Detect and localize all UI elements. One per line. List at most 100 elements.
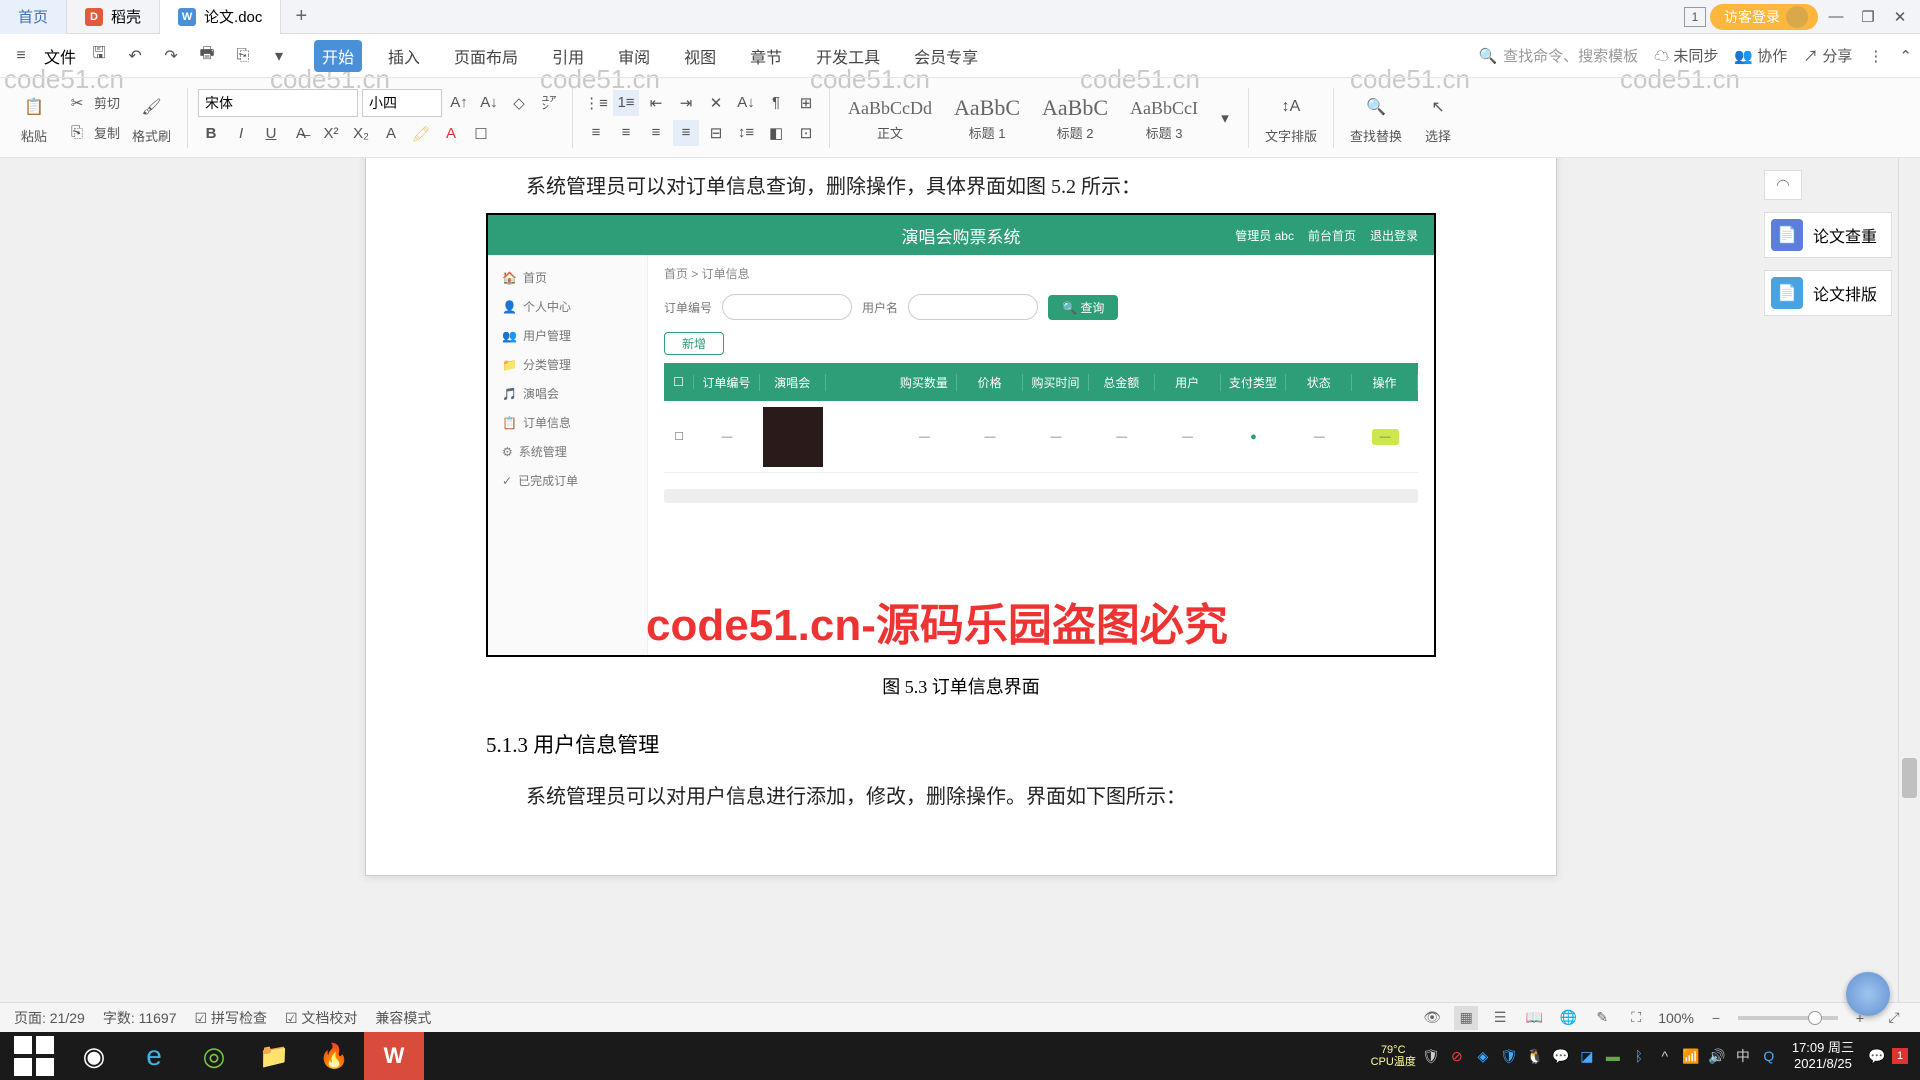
style-body[interactable]: AaBbCcDd正文: [840, 93, 940, 142]
subscript-icon[interactable]: X₂: [348, 121, 374, 147]
numbering-icon[interactable]: 1≡: [613, 90, 639, 116]
share-button[interactable]: ↗ 分享: [1803, 45, 1852, 66]
tray-icon[interactable]: ⊘: [1446, 1045, 1468, 1067]
style-h1[interactable]: AaBbC标题 1: [946, 93, 1028, 142]
text-effect-icon[interactable]: A: [378, 121, 404, 147]
more-menu-icon[interactable]: ⋮: [1868, 47, 1883, 65]
font-size-select[interactable]: 小四: [362, 89, 442, 117]
tray-icon[interactable]: 🐧: [1524, 1045, 1546, 1067]
decrease-indent-icon[interactable]: ⇤: [643, 90, 669, 116]
ie-icon[interactable]: e: [124, 1032, 184, 1080]
preview-icon[interactable]: ⎘: [230, 43, 256, 69]
panel-collapse-icon[interactable]: ◠: [1764, 170, 1802, 200]
save-icon[interactable]: 🖫: [86, 43, 112, 69]
sync-status[interactable]: ☁ 未同步: [1654, 45, 1718, 66]
bold-icon[interactable]: B: [198, 121, 224, 147]
tray-icon[interactable]: Q: [1758, 1045, 1780, 1067]
clear-format-icon[interactable]: ◇: [506, 90, 532, 116]
tabs-icon[interactable]: ⊡: [793, 120, 819, 146]
tab-docer[interactable]: D稻壳: [67, 0, 160, 34]
close-button[interactable]: ✕: [1886, 5, 1914, 29]
styles-more-icon[interactable]: ▾: [1212, 105, 1238, 131]
new-tab-button[interactable]: +: [281, 5, 321, 28]
italic-icon[interactable]: I: [228, 121, 254, 147]
menu-view[interactable]: 视图: [676, 40, 724, 72]
volume-icon[interactable]: 🔊: [1706, 1045, 1728, 1067]
highlight-icon[interactable]: 🖍: [408, 121, 434, 147]
annotation-icon[interactable]: ✎: [1590, 1006, 1614, 1030]
start-button[interactable]: [4, 1032, 64, 1080]
copy-icon[interactable]: ⎘: [64, 120, 90, 146]
eye-icon[interactable]: 👁: [1420, 1006, 1444, 1030]
menu-chapter[interactable]: 章节: [742, 40, 790, 72]
vertical-scrollbar[interactable]: [1898, 158, 1920, 1032]
shading-icon[interactable]: ◧: [763, 120, 789, 146]
increase-indent-icon[interactable]: ⇥: [673, 90, 699, 116]
spellcheck-toggle[interactable]: ☑ 拼写检查: [195, 1008, 267, 1028]
align-justify-icon[interactable]: ≡: [673, 120, 699, 146]
line-spacing-icon[interactable]: ↕≡: [733, 120, 759, 146]
copy-button[interactable]: 复制: [94, 123, 120, 142]
wps-icon[interactable]: W: [364, 1032, 424, 1080]
tray-expand-icon[interactable]: ^: [1654, 1045, 1676, 1067]
borders-icon[interactable]: ⊞: [793, 90, 819, 116]
paste-group[interactable]: 📋 粘贴: [10, 90, 58, 145]
undo-icon[interactable]: ↶: [122, 43, 148, 69]
collapse-ribbon-icon[interactable]: ⌃: [1899, 47, 1912, 65]
word-count[interactable]: 字数: 11697: [103, 1008, 177, 1028]
app-icon[interactable]: 🔥: [304, 1032, 364, 1080]
page-view-icon[interactable]: ▦: [1454, 1006, 1478, 1030]
find-replace[interactable]: 🔍查找替换: [1344, 90, 1408, 145]
menu-insert[interactable]: 插入: [380, 40, 428, 72]
shrink-font-icon[interactable]: A↓: [476, 90, 502, 116]
menu-review[interactable]: 审阅: [610, 40, 658, 72]
underline-icon[interactable]: U: [258, 121, 284, 147]
superscript-icon[interactable]: X²: [318, 121, 344, 147]
assistant-fab[interactable]: [1846, 972, 1890, 1016]
print-icon[interactable]: 🖶: [194, 43, 220, 69]
ime-indicator[interactable]: 中: [1732, 1045, 1754, 1067]
read-view-icon[interactable]: 📖: [1522, 1006, 1546, 1030]
zoom-out-icon[interactable]: −: [1704, 1006, 1728, 1030]
cut-button[interactable]: 剪切: [94, 93, 120, 112]
browser-icon[interactable]: ◎: [184, 1032, 244, 1080]
notification-badge[interactable]: 1: [1892, 1048, 1908, 1064]
show-marks-icon[interactable]: ¶: [763, 90, 789, 116]
tray-icon[interactable]: ◪: [1576, 1045, 1598, 1067]
select-tool[interactable]: ↖选择: [1414, 90, 1462, 145]
menu-dev[interactable]: 开发工具: [808, 40, 888, 72]
tray-icon[interactable]: 🛡: [1498, 1045, 1520, 1067]
tab-home[interactable]: 首页: [0, 0, 67, 34]
align-center-icon[interactable]: ≡: [613, 120, 639, 146]
grow-font-icon[interactable]: A↑: [446, 90, 472, 116]
distribute-icon[interactable]: ⊟: [703, 120, 729, 146]
format-painter[interactable]: 🖌 格式刷: [126, 90, 177, 145]
menu-start[interactable]: 开始: [314, 40, 362, 72]
asian-layout-icon[interactable]: ✕: [703, 90, 729, 116]
redo-icon[interactable]: ↷: [158, 43, 184, 69]
command-search[interactable]: 🔍查找命令、搜索模板: [1478, 45, 1638, 66]
page-indicator[interactable]: 页面: 21/29: [14, 1008, 85, 1028]
strikethrough-icon[interactable]: A̶: [288, 121, 314, 147]
notifications-icon[interactable]: 💬: [1866, 1045, 1888, 1067]
bluetooth-icon[interactable]: ᛒ: [1628, 1045, 1650, 1067]
tray-icon[interactable]: 🛡: [1420, 1045, 1442, 1067]
text-direction[interactable]: ↕A文字排版: [1259, 90, 1323, 145]
task-view-icon[interactable]: ◉: [64, 1032, 124, 1080]
char-border-icon[interactable]: ☐: [468, 121, 494, 147]
style-h2[interactable]: AaBbC标题 2: [1034, 93, 1116, 142]
align-right-icon[interactable]: ≡: [643, 120, 669, 146]
thesis-format-button[interactable]: 📄论文排版: [1764, 270, 1892, 316]
scroll-thumb[interactable]: [1902, 758, 1917, 798]
font-family-select[interactable]: 宋体: [198, 89, 358, 117]
wifi-icon[interactable]: 📶: [1680, 1045, 1702, 1067]
proofing-toggle[interactable]: ☑ 文档校对: [285, 1008, 357, 1028]
align-left-icon[interactable]: ≡: [583, 120, 609, 146]
zoom-level[interactable]: 100%: [1658, 1010, 1694, 1026]
fullscreen-icon[interactable]: ⤢: [1882, 1006, 1906, 1030]
outline-view-icon[interactable]: ☰: [1488, 1006, 1512, 1030]
menu-ref[interactable]: 引用: [544, 40, 592, 72]
qat-more-icon[interactable]: ▾: [266, 43, 292, 69]
scissors-icon[interactable]: ✂: [64, 90, 90, 116]
sort-icon[interactable]: A↓: [733, 90, 759, 116]
